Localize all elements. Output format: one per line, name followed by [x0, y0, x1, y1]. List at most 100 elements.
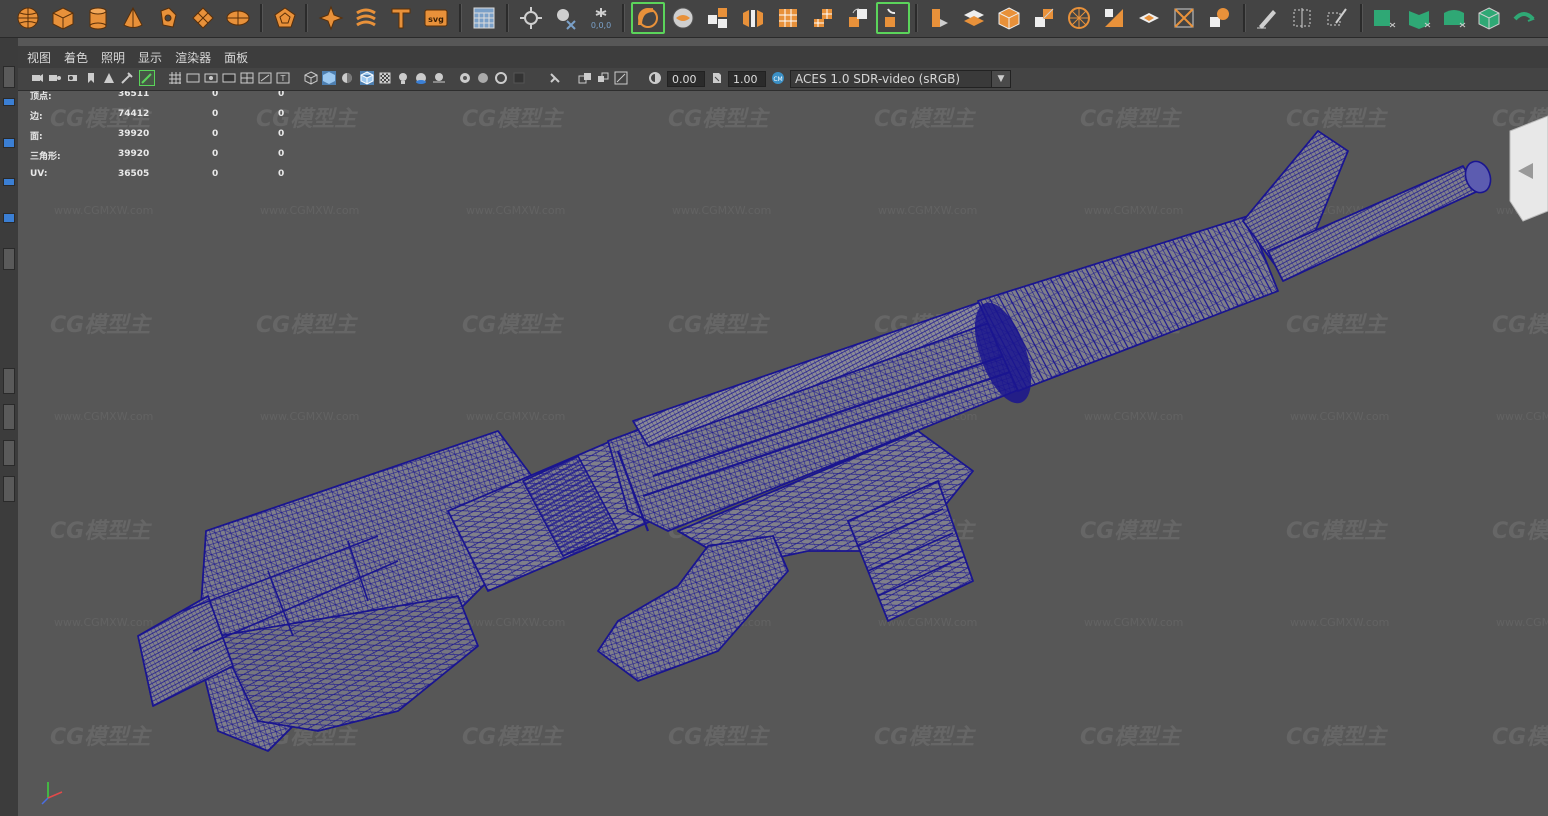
lasso-tool-icon[interactable] — [3, 98, 15, 106]
sweep-mesh-icon[interactable] — [351, 3, 381, 33]
bookmarks-icon[interactable] — [66, 71, 80, 85]
menu-shading[interactable]: 着色 — [64, 49, 88, 66]
film-gate-icon[interactable] — [186, 71, 200, 85]
polysphere-icon[interactable] — [13, 3, 43, 33]
snap-icon[interactable] — [551, 3, 581, 33]
exposure-field[interactable]: 0.00 — [667, 71, 705, 87]
safe-action-icon[interactable] — [258, 71, 272, 85]
separate-icon[interactable] — [703, 3, 733, 33]
depth-of-field-icon[interactable] — [494, 71, 508, 85]
image-plane-icon[interactable] — [84, 71, 98, 85]
polycube-icon[interactable] — [48, 3, 78, 33]
3d-viewport[interactable]: www.CGMXW.comCG模型主www.CGMXW.comCG模型主www.… — [18, 91, 1548, 816]
hud-selected: 0 — [212, 169, 219, 179]
grease-pencil-icon[interactable] — [120, 71, 134, 85]
mirror-icon[interactable] — [808, 3, 838, 33]
screen-ao-icon[interactable] — [432, 71, 446, 85]
super-shape-icon[interactable] — [316, 3, 346, 33]
layout-four-icon[interactable] — [3, 404, 15, 430]
platonic-solid-icon[interactable] — [270, 3, 300, 33]
grid-icon[interactable] — [469, 3, 499, 33]
append-icon[interactable] — [1099, 3, 1129, 33]
isolate-select-icon[interactable] — [512, 71, 526, 85]
default-material-icon[interactable] — [340, 71, 354, 85]
polycone-icon[interactable] — [118, 3, 148, 33]
fill-hole-icon[interactable] — [994, 3, 1024, 33]
move-tool-icon[interactable] — [3, 178, 15, 186]
color-space-select[interactable]: ACES 1.0 SDR-video (sRGB) ▼ — [790, 70, 1011, 88]
grease-pencil-active-icon[interactable] — [139, 70, 155, 86]
shelf-separator — [459, 4, 462, 32]
xray-icon[interactable] — [378, 71, 392, 85]
color-management-icon[interactable]: CM — [771, 71, 785, 85]
connect-icon[interactable] — [1204, 3, 1234, 33]
scale-tool-icon[interactable] — [3, 248, 15, 270]
motion-blur-icon[interactable] — [458, 71, 472, 85]
2d-pan-zoom-icon[interactable] — [102, 71, 116, 85]
polyplane-icon[interactable] — [188, 3, 218, 33]
smooth-shade-icon[interactable] — [322, 71, 336, 85]
wireframe-on-shaded-icon[interactable] — [360, 71, 374, 85]
layout-stack-icon[interactable] — [3, 476, 15, 502]
edge-flow-icon[interactable] — [1287, 3, 1317, 33]
quad-draw-icon[interactable] — [1252, 3, 1282, 33]
bridge-icon[interactable] — [959, 3, 989, 33]
auto-uv-icon[interactable] — [1439, 3, 1469, 33]
menu-show[interactable]: 显示 — [138, 49, 162, 66]
menu-lighting[interactable]: 照明 — [101, 49, 125, 66]
use-all-lights-icon[interactable] — [396, 71, 410, 85]
safe-title-icon[interactable]: T — [276, 71, 290, 85]
gamma-field[interactable]: 1.00 — [728, 71, 766, 87]
smooth-icon[interactable] — [738, 3, 768, 33]
uv-editor-icon[interactable] — [1369, 3, 1399, 33]
rotate-tool-icon[interactable] — [3, 213, 15, 223]
extrude-icon[interactable] — [878, 3, 908, 33]
rifle-wireframe-model[interactable] — [18, 91, 1548, 816]
field-chart-icon[interactable] — [240, 71, 254, 85]
xray-joints-icon[interactable] — [548, 71, 562, 85]
layout-single-icon[interactable] — [3, 368, 15, 394]
sculpt-icon[interactable]: 0,0,0 — [586, 3, 616, 33]
slide-icon[interactable] — [1322, 3, 1352, 33]
polydisc-icon[interactable] — [223, 3, 253, 33]
camera-pan-icon[interactable] — [578, 71, 592, 85]
select-camera-icon[interactable] — [30, 71, 44, 85]
shelf-separator — [1243, 4, 1246, 32]
exposure-icon[interactable] — [648, 71, 662, 85]
sew-uv-icon[interactable] — [1509, 3, 1539, 33]
menu-view[interactable]: 视图 — [27, 49, 51, 66]
polytorus-icon[interactable] — [153, 3, 183, 33]
view-cube[interactable] — [1509, 115, 1548, 222]
soft-select-icon[interactable] — [633, 3, 663, 33]
extract-icon[interactable] — [773, 3, 803, 33]
hud-selected: 0 — [212, 129, 219, 139]
paint-select-icon[interactable] — [3, 138, 15, 148]
bool-icon[interactable] — [843, 3, 873, 33]
menu-renderer[interactable]: 渲染器 — [175, 49, 211, 66]
layout-side-icon[interactable] — [3, 440, 15, 466]
polycylinder-icon[interactable] — [83, 3, 113, 33]
grid-toggle-icon[interactable] — [168, 71, 182, 85]
shadows-icon[interactable] — [414, 71, 428, 85]
planar-uv-icon[interactable] — [1404, 3, 1434, 33]
combine-icon[interactable] — [668, 3, 698, 33]
collapse-icon[interactable] — [1064, 3, 1094, 33]
merge-icon[interactable] — [1029, 3, 1059, 33]
select-tool-icon[interactable] — [3, 66, 15, 88]
wireframe-shading-icon[interactable] — [304, 71, 318, 85]
frame-selected-icon[interactable] — [596, 71, 610, 85]
multicut-icon[interactable] — [1134, 3, 1164, 33]
frame-all-icon[interactable] — [614, 71, 628, 85]
target-weld-icon[interactable] — [1169, 3, 1199, 33]
bevel-icon[interactable] — [924, 3, 954, 33]
type-icon[interactable] — [386, 3, 416, 33]
resolution-gate-icon[interactable] — [204, 71, 218, 85]
camera-attributes-icon[interactable] — [48, 71, 62, 85]
cut-uv-icon[interactable] — [1474, 3, 1504, 33]
menu-panels[interactable]: 面板 — [224, 49, 248, 66]
svg-icon[interactable]: svg — [421, 3, 451, 33]
make-live-icon[interactable] — [516, 3, 546, 33]
multisample-aa-icon[interactable] — [476, 71, 490, 85]
gate-mask-icon[interactable] — [222, 71, 236, 85]
gamma-icon[interactable] — [710, 71, 724, 85]
